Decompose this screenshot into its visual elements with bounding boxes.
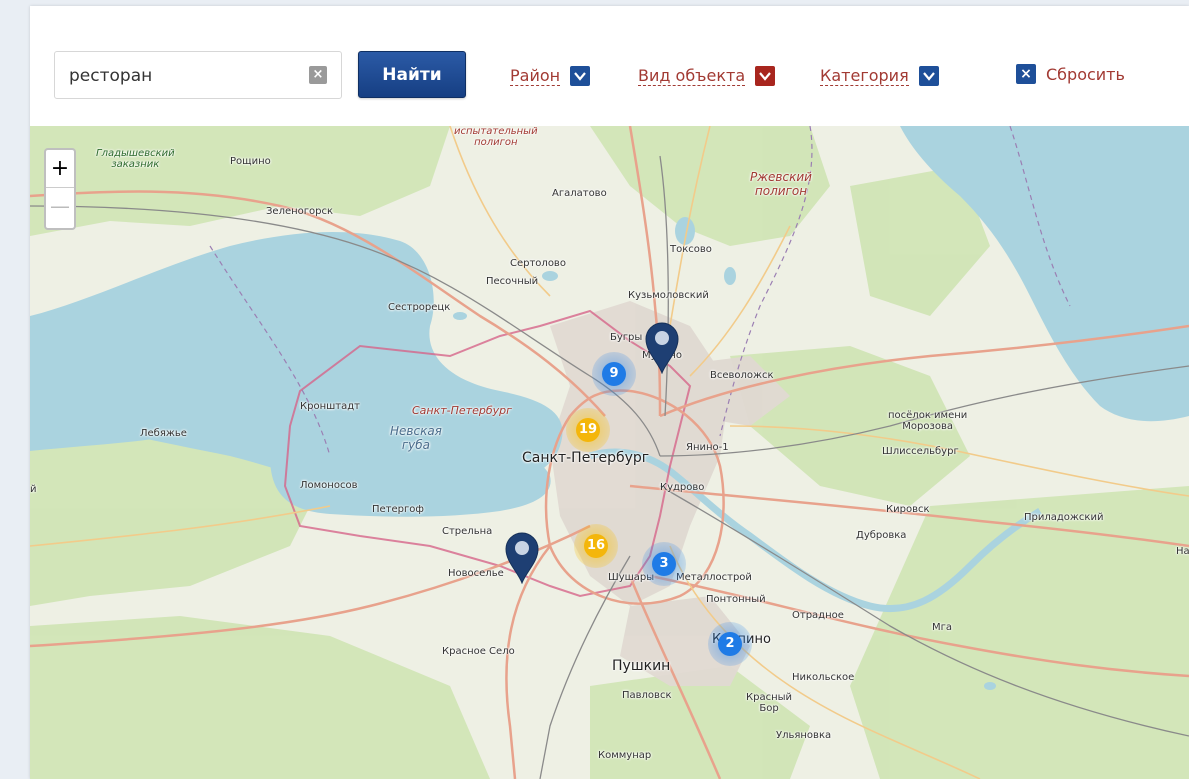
place-label: Дубровка <box>856 530 907 541</box>
place-label: Кировск <box>886 504 930 515</box>
place-label: Ульяновка <box>776 730 832 741</box>
map-view[interactable]: Гладышевский заказник Рощино Зеленогорск… <box>30 126 1189 779</box>
zoom-in-button[interactable]: + <box>46 150 74 188</box>
place-label: Отрадное <box>792 610 844 621</box>
close-icon[interactable]: × <box>1016 64 1036 84</box>
place-label: Санкт-Петербург <box>412 404 512 417</box>
object-type-filter-label[interactable]: Вид объекта <box>638 66 746 86</box>
filter-toolbar: × Найти Район Вид объекта Категория × Сб… <box>30 6 1189 126</box>
place-label: Лебяжье <box>140 428 187 439</box>
place-label: Понтонный <box>706 594 766 605</box>
place-label: Красный Бор <box>746 692 793 714</box>
clear-search-icon[interactable]: × <box>309 66 327 84</box>
place-label: Металлострой <box>676 572 752 583</box>
marker-cluster[interactable]: 9 <box>592 352 636 396</box>
place-label: На <box>1176 546 1189 557</box>
district-filter-label[interactable]: Район <box>510 66 561 86</box>
marker-cluster[interactable]: 19 <box>566 408 610 452</box>
place-label: Токсово <box>670 244 712 255</box>
place-label: Никольское <box>792 672 855 683</box>
cluster-count: 2 <box>718 632 742 656</box>
marker-cluster[interactable]: 2 <box>708 622 752 666</box>
zoom-out-button[interactable]: — <box>46 188 74 225</box>
chevron-down-icon[interactable] <box>570 66 591 86</box>
cluster-count: 3 <box>652 552 676 576</box>
marker-cluster[interactable]: 16 <box>574 524 618 568</box>
map-pin-icon[interactable] <box>504 532 540 585</box>
place-label: Кузьмоловский <box>628 290 709 301</box>
place-label: Ржевский полигон <box>750 170 812 198</box>
place-label: Сертолово <box>510 258 566 269</box>
place-label: Всеволожск <box>710 370 774 381</box>
place-label: Бугры <box>610 332 643 343</box>
place-label: Санкт-Петербург <box>522 450 650 466</box>
place-label: Сестрорецк <box>388 302 451 313</box>
place-label: Агалатово <box>552 188 607 199</box>
place-label: Ломоносов <box>300 480 358 491</box>
place-label: Янино-1 <box>686 442 729 453</box>
object-type-filter[interactable]: Вид объекта <box>638 64 776 88</box>
search-input[interactable] <box>67 60 301 92</box>
place-label: Кронштадт <box>300 401 360 412</box>
place-label: Мга <box>932 622 953 633</box>
place-label: Рощино <box>230 156 271 167</box>
place-label: Стрельна <box>442 526 493 537</box>
search-panel: × Найти Район Вид объекта Категория × Сб… <box>30 6 1189 779</box>
category-filter[interactable]: Категория <box>820 64 939 88</box>
cluster-count: 9 <box>602 362 626 386</box>
marker-cluster[interactable]: 3 <box>642 542 686 586</box>
category-filter-label[interactable]: Категория <box>820 66 909 86</box>
reset-filters-button[interactable]: × Сбросить <box>1016 64 1125 84</box>
place-label: Зеленогорск <box>266 206 334 217</box>
place-label: Невская губа <box>390 424 442 452</box>
place-label: Коммунар <box>598 750 652 761</box>
place-label: Павловск <box>622 690 672 701</box>
find-button[interactable]: Найти <box>358 51 466 98</box>
chevron-down-icon[interactable] <box>918 66 939 86</box>
place-label: Гладышевский заказник <box>96 148 175 170</box>
zoom-control: + — <box>44 148 76 230</box>
reset-label[interactable]: Сбросить <box>1046 65 1125 84</box>
district-filter[interactable]: Район <box>510 64 591 88</box>
place-label: Красное Село <box>442 646 515 657</box>
place-label: Пушкин <box>612 658 671 674</box>
search-box[interactable]: × <box>54 51 342 99</box>
place-label: испытательный полигон <box>454 126 538 148</box>
cluster-count: 16 <box>584 534 608 558</box>
place-label: Новоселье <box>448 568 504 579</box>
cluster-count: 19 <box>576 418 600 442</box>
map-pin-icon[interactable] <box>644 322 680 375</box>
place-label: й <box>30 484 37 495</box>
place-label: Петергоф <box>372 504 424 515</box>
place-label: посёлок имени Морозова <box>888 410 968 432</box>
place-label: Приладожский <box>1024 512 1104 523</box>
place-label: Шлиссельбург <box>882 446 959 457</box>
place-label: Песочный <box>486 276 539 287</box>
chevron-down-icon[interactable] <box>755 66 776 86</box>
place-label: Кудрово <box>660 482 705 493</box>
